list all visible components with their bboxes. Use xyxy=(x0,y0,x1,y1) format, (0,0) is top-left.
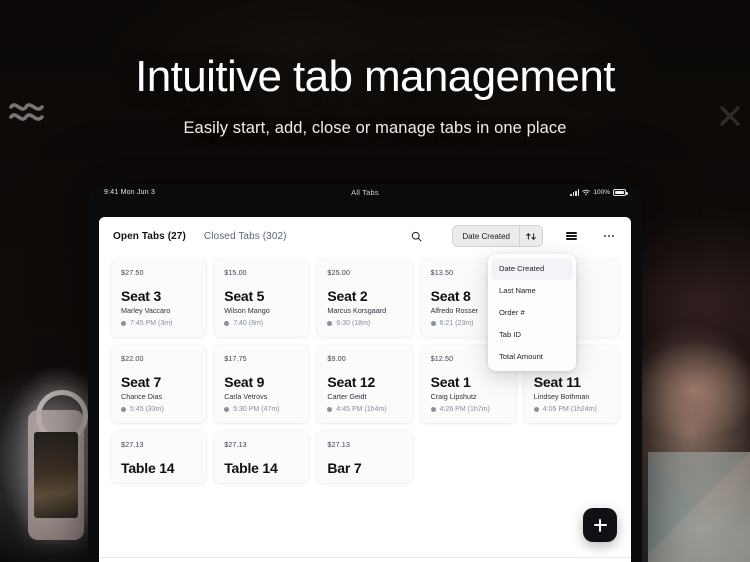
tab-amount: $9.00 xyxy=(327,354,346,363)
tab-card[interactable]: $15.00 Seat 5 Wilson Mango 7:40 (8m) xyxy=(214,259,310,337)
tab-person: Marcus Korsgaard xyxy=(327,306,387,315)
tab-title: Seat 2 xyxy=(327,288,368,304)
tab-card[interactable]: $27.13 Bar 7 xyxy=(317,431,413,483)
tab-card[interactable]: $27.13 Table 14 xyxy=(214,431,310,483)
add-tab-button[interactable] xyxy=(583,508,617,542)
clock-icon xyxy=(430,407,436,412)
tab-title: Seat 1 xyxy=(430,374,471,390)
tab-meta: 4:45 PM (1h4m) xyxy=(327,406,402,413)
sort-updown-icon xyxy=(526,232,536,240)
cellular-signal-icon xyxy=(570,189,580,196)
app-screen: Open Tabs (27) Closed Tabs (302) Date Cr… xyxy=(99,217,631,562)
tab-time: 5:30 PM (47m) xyxy=(233,406,280,413)
tab-time: 5:45 (33m) xyxy=(130,406,164,413)
tab-amount: $17.75 xyxy=(224,354,247,363)
tab-title: Seat 11 xyxy=(533,374,581,390)
tab-time: 7:45 PM (3m) xyxy=(130,320,173,327)
more-options-icon xyxy=(603,234,615,238)
tab-amount: $25.00 xyxy=(327,268,350,277)
tab-card[interactable]: $27.50 Seat 3 Marley Vaccaro 7:45 PM (3m… xyxy=(111,259,207,337)
wifi-icon xyxy=(582,189,591,196)
tab-person: Carter Geidt xyxy=(327,392,367,401)
tab-title: Seat 9 xyxy=(224,374,265,390)
clock-icon xyxy=(533,407,539,412)
tab-amount: $27.13 xyxy=(121,440,144,449)
tab-time: 4:26 PM (1h7m) xyxy=(439,406,490,413)
tab-title: Seat 12 xyxy=(327,374,376,390)
clock-icon xyxy=(327,321,333,326)
tab-time: 4:45 PM (1h4m) xyxy=(336,406,387,413)
grid-placeholder xyxy=(421,431,516,483)
status-indicators: 100% xyxy=(570,189,628,196)
sort-value-label[interactable]: Date Created xyxy=(453,226,519,246)
tab-amount: $15.00 xyxy=(224,268,247,277)
tab-meta: 7:40 (8m) xyxy=(224,320,299,327)
tab-person: Wilson Mango xyxy=(224,306,270,315)
dropdown-item-last-name[interactable]: Last Name xyxy=(488,280,576,302)
tab-amount: $22.00 xyxy=(121,354,144,363)
list-view-icon xyxy=(565,231,577,242)
list-view-button[interactable] xyxy=(561,226,581,246)
search-icon xyxy=(411,231,422,241)
tab-meta: 4:05 PM (1h24m) xyxy=(533,406,609,413)
clock-icon xyxy=(121,407,126,412)
tab-meta: 4:26 PM (1h7m) xyxy=(430,406,506,413)
tab-time: 7:40 (8m) xyxy=(233,320,264,327)
clock-icon xyxy=(121,321,126,326)
tab-card[interactable]: $17.75 Seat 9 Carla Vetrovs 5:30 PM (47m… xyxy=(214,345,310,423)
status-bar: 9:41 Mon Jun 3 All Tabs 100% xyxy=(88,184,642,201)
tab-time: 6:21 (23m) xyxy=(439,320,474,327)
status-battery-percent: 100% xyxy=(593,189,610,196)
tab-meta: 5:45 (33m) xyxy=(121,406,196,413)
dropdown-item-date-created[interactable]: Date Created xyxy=(491,258,573,280)
tab-card[interactable]: $9.00 Seat 12 Carter Geidt 4:45 PM (1h4m… xyxy=(317,345,413,423)
tab-time: 4:05 PM (1h24m) xyxy=(542,406,597,413)
tab-amount: $27.13 xyxy=(224,440,247,449)
tab-title: Table 14 xyxy=(121,460,175,476)
tab-title: Seat 5 xyxy=(224,288,265,304)
tab-amount: $27.13 xyxy=(327,440,350,449)
tab-card[interactable]: $22.00 Seat 7 Chance Dias 5:45 (33m) xyxy=(111,345,207,423)
sort-direction-button[interactable] xyxy=(519,226,542,246)
clock-icon xyxy=(224,407,230,412)
sort-control[interactable]: Date Created xyxy=(452,225,543,247)
tablet-device: 9:41 Mon Jun 3 All Tabs 100% Open Tabs (… xyxy=(88,184,642,562)
tab-person: Carla Vetrovs xyxy=(224,392,268,401)
tab-person: Marley Vaccaro xyxy=(121,306,171,315)
tab-meta: 5:30 PM (47m) xyxy=(224,406,299,413)
dropdown-item-order-number[interactable]: Order # xyxy=(488,302,576,324)
tab-title: Seat 7 xyxy=(121,374,162,390)
dropdown-item-total-amount[interactable]: Total Amount xyxy=(488,345,576,367)
dropdown-item-tab-id[interactable]: Tab ID xyxy=(488,323,576,345)
screenshot-root: Intuitive tab management Easily start, a… xyxy=(0,0,750,562)
status-app-title: All Tabs xyxy=(351,188,379,197)
clock-icon xyxy=(327,407,333,412)
grid-placeholder xyxy=(524,431,619,483)
clock-icon xyxy=(430,321,436,326)
tab-closed-tabs[interactable]: Closed Tabs (302) xyxy=(204,231,287,242)
close-icon[interactable] xyxy=(716,102,744,130)
tab-time: 6:30 (18m) xyxy=(336,320,371,327)
more-options-button[interactable] xyxy=(599,226,619,246)
wave-logo-icon xyxy=(9,103,44,121)
battery-icon xyxy=(613,189,628,196)
tab-person: Chance Dias xyxy=(121,392,163,401)
tab-title: Seat 3 xyxy=(121,288,162,304)
tab-person: Craig Lipshutz xyxy=(430,392,477,401)
search-button[interactable] xyxy=(398,225,435,247)
tab-open-tabs[interactable]: Open Tabs (27) xyxy=(113,231,186,242)
app-toolbar: Open Tabs (27) Closed Tabs (302) Date Cr… xyxy=(99,217,631,255)
tab-card[interactable]: $25.00 Seat 2 Marcus Korsgaard 6:30 (18m… xyxy=(317,259,413,337)
tab-person: Lindsey Bothman xyxy=(533,392,590,401)
tab-meta: 7:45 PM (3m) xyxy=(121,320,196,327)
clock-icon xyxy=(224,321,230,326)
sort-dropdown-menu[interactable]: Date Created Last Name Order # Tab ID To… xyxy=(488,254,576,371)
bottom-navigation: Tabs Checkout xyxy=(99,557,631,562)
tab-title: Bar 7 xyxy=(327,460,362,476)
tab-title: Table 14 xyxy=(224,460,278,476)
tab-meta: 6:30 (18m) xyxy=(327,320,402,327)
tab-card[interactable]: $27.13 Table 14 xyxy=(111,431,207,483)
tab-amount: $27.50 xyxy=(121,268,144,277)
